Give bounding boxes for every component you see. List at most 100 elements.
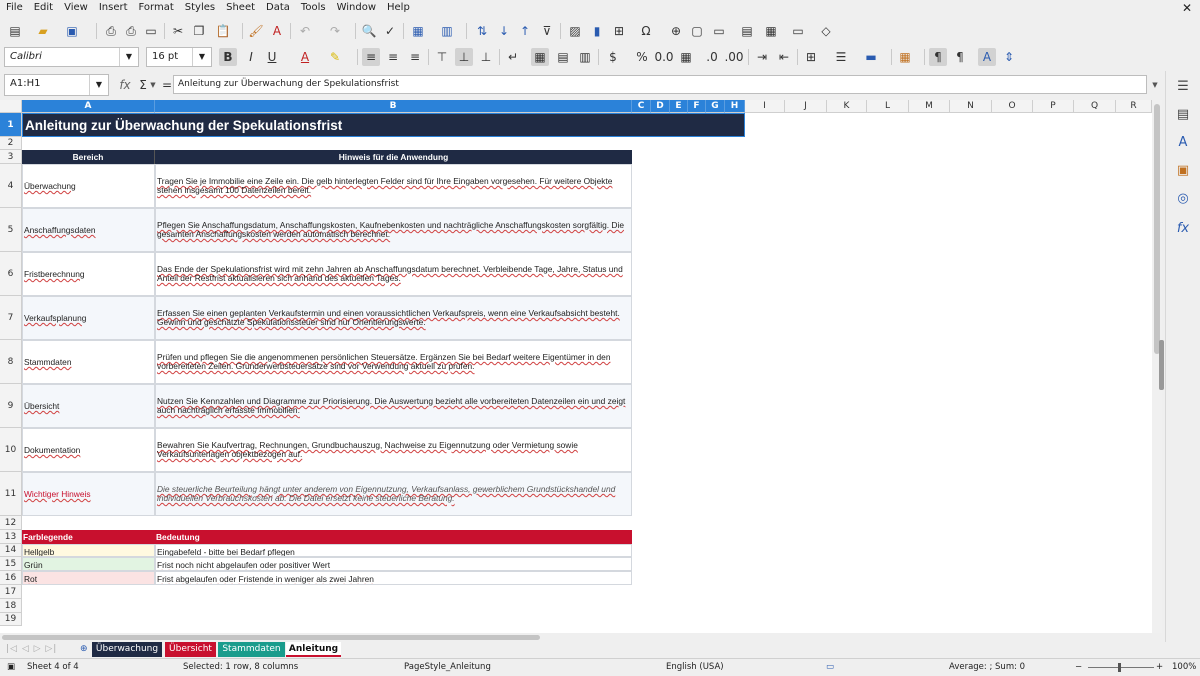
row-header-15[interactable]: 15 <box>0 557 22 571</box>
entry-label[interactable]: Überwachung <box>22 164 155 208</box>
autofilter-icon[interactable]: ⊽ <box>538 22 556 40</box>
chevron-down-icon[interactable]: ▼ <box>192 48 211 66</box>
row-header-11[interactable]: 11 <box>0 472 22 516</box>
entry-label[interactable]: Stammdaten <box>22 340 155 384</box>
merge-center-icon[interactable]: ▦ <box>531 48 549 66</box>
align-top-icon[interactable]: ⊤ <box>433 48 451 66</box>
entry-label[interactable]: Verkaufsplanung <box>22 296 155 340</box>
row-icon[interactable]: ▦ <box>409 22 427 40</box>
column-header-b[interactable]: B <box>155 100 632 113</box>
text-horizontal-icon[interactable]: A <box>978 48 996 66</box>
row-header-14[interactable]: 14 <box>0 544 22 557</box>
sheet-tab-3[interactable]: Stammdaten <box>218 642 285 657</box>
expand-formula-bar-icon[interactable]: ▼ <box>1146 76 1164 94</box>
scroll-handle[interactable] <box>1159 340 1164 390</box>
copy-icon[interactable]: ❐ <box>190 22 208 40</box>
split-window-icon[interactable]: ▭ <box>789 22 807 40</box>
entry-text[interactable]: Pflegen Sie Anschaffungsdatum, Anschaffu… <box>155 208 632 252</box>
column-header-l[interactable]: L <box>867 100 909 113</box>
column-header-k[interactable]: K <box>827 100 867 113</box>
zoom-slider[interactable] <box>1088 667 1154 668</box>
zoom-slider-thumb[interactable] <box>1118 663 1121 672</box>
entry-label[interactable]: Fristberechnung <box>22 252 155 296</box>
conditional-format-icon[interactable]: ▦ <box>896 48 914 66</box>
horizontal-scroll-thumb[interactable] <box>2 635 540 640</box>
zoom-out-icon[interactable]: − <box>1075 662 1082 672</box>
new-icon[interactable]: ▤ <box>6 22 24 40</box>
date-format-icon[interactable]: ▦ <box>677 48 695 66</box>
align-bottom-icon[interactable]: ⊥ <box>477 48 495 66</box>
save-icon[interactable]: ▣ <box>63 22 81 40</box>
decrease-indent-icon[interactable]: ⇤ <box>775 48 793 66</box>
column-header-p[interactable]: P <box>1033 100 1074 113</box>
merge-cells-icon[interactable]: ▤ <box>554 48 572 66</box>
increase-indent-icon[interactable]: ⇥ <box>753 48 771 66</box>
row-header-16[interactable]: 16 <box>0 571 22 585</box>
entry-text[interactable]: Bewahren Sie Kaufvertrag, Rechnungen, Gr… <box>155 428 632 472</box>
column-header-q[interactable]: Q <box>1074 100 1116 113</box>
language[interactable]: English (USA) <box>666 662 724 672</box>
hyperlink-icon[interactable]: ⊕ <box>667 22 685 40</box>
add-decimal-icon[interactable]: .0 <box>703 48 721 66</box>
row-header-9[interactable]: 9 <box>0 384 22 428</box>
row-header-1[interactable]: 1 <box>0 113 22 137</box>
insert-image-icon[interactable]: ▨ <box>566 22 584 40</box>
entry-text[interactable]: Das Ende der Spekulationsfrist wird mit … <box>155 252 632 296</box>
sort-icon[interactable]: ⇅ <box>473 22 491 40</box>
horizontal-scrollbar[interactable] <box>0 633 1162 642</box>
sheet-tab-2[interactable]: Übersicht <box>165 642 216 657</box>
sheet-tab-4[interactable]: Anleitung <box>286 642 341 657</box>
column-header-f[interactable]: F <box>688 100 706 113</box>
spelling-icon[interactable]: ✓ <box>381 22 399 40</box>
menu-help[interactable]: Help <box>381 0 415 13</box>
clear-formatting-icon[interactable]: A <box>268 22 286 40</box>
align-right-icon[interactable]: ≡ <box>406 48 424 66</box>
vertical-scrollbar[interactable] <box>1152 100 1164 633</box>
column-header-j[interactable]: J <box>785 100 827 113</box>
text-vertical-icon[interactable]: ⇕ <box>1000 48 1018 66</box>
italic-icon[interactable]: I <box>242 48 260 66</box>
row-header-4[interactable]: 4 <box>0 164 22 208</box>
font-name-box[interactable]: Calibri ▼ <box>4 47 139 67</box>
define-print-area-icon[interactable]: ▤ <box>738 22 756 40</box>
paste-icon[interactable]: 📋 <box>214 22 232 40</box>
tab-navigation-arrows-icon[interactable]: |◁ ◁ ▷ ▷| <box>6 644 57 654</box>
clone-formatting-icon[interactable]: 🖌 <box>247 22 265 40</box>
highlight-color-icon[interactable]: ✎ <box>326 48 344 66</box>
page-style[interactable]: PageStyle_Anleitung <box>404 662 491 672</box>
entry-text[interactable]: Die steuerliche Beurteilung hängt unter … <box>155 472 632 516</box>
legend-color-name[interactable]: Hellgelb <box>22 544 155 557</box>
menu-view[interactable]: View <box>58 0 93 13</box>
row-header-8[interactable]: 8 <box>0 340 22 384</box>
legend-color-name[interactable]: Grün <box>22 557 155 571</box>
left-to-right-icon[interactable]: ¶ <box>929 48 947 66</box>
special-character-icon[interactable]: Ω <box>637 22 655 40</box>
zoom-level[interactable]: 100% <box>1172 662 1196 672</box>
row-header-2[interactable]: 2 <box>0 137 22 150</box>
unmerge-cells-icon[interactable]: ▥ <box>576 48 594 66</box>
row-header-13[interactable]: 13 <box>0 530 22 544</box>
insert-chart-icon[interactable]: ▮ <box>588 22 606 40</box>
border-color-icon[interactable]: ▬ <box>862 48 880 66</box>
add-sheet-icon[interactable]: ⊕ <box>80 644 88 654</box>
sheet-tab-1[interactable]: Überwachung <box>92 642 162 657</box>
row-header-3[interactable]: 3 <box>0 150 22 164</box>
properties-icon[interactable]: ▤ <box>1174 107 1192 125</box>
menu-data[interactable]: Data <box>260 0 295 13</box>
styles-icon[interactable]: A <box>1174 135 1192 153</box>
menu-format[interactable]: Format <box>133 0 179 13</box>
legend-meaning[interactable]: Frist noch nicht abgelaufen oder positiv… <box>155 557 632 571</box>
print-icon[interactable]: ⎙ <box>122 22 140 40</box>
functions-icon[interactable]: fx <box>1174 221 1192 239</box>
menu-styles[interactable]: Styles <box>179 0 220 13</box>
entry-text[interactable]: Nutzen Sie Kennzahlen und Diagramme zur … <box>155 384 632 428</box>
borders-icon[interactable]: ⊞ <box>802 48 820 66</box>
column-header-m[interactable]: M <box>909 100 950 113</box>
column-header-h[interactable]: H <box>725 100 745 113</box>
entry-text[interactable]: Erfassen Sie einen geplanten Verkaufster… <box>155 296 632 340</box>
menu-insert[interactable]: Insert <box>93 0 133 13</box>
redo-icon[interactable]: ↷ <box>326 22 344 40</box>
align-middle-icon[interactable]: ⊥ <box>455 48 473 66</box>
percent-format-icon[interactable]: % <box>633 48 651 66</box>
entry-label[interactable]: Wichtiger Hinweis <box>22 472 155 516</box>
